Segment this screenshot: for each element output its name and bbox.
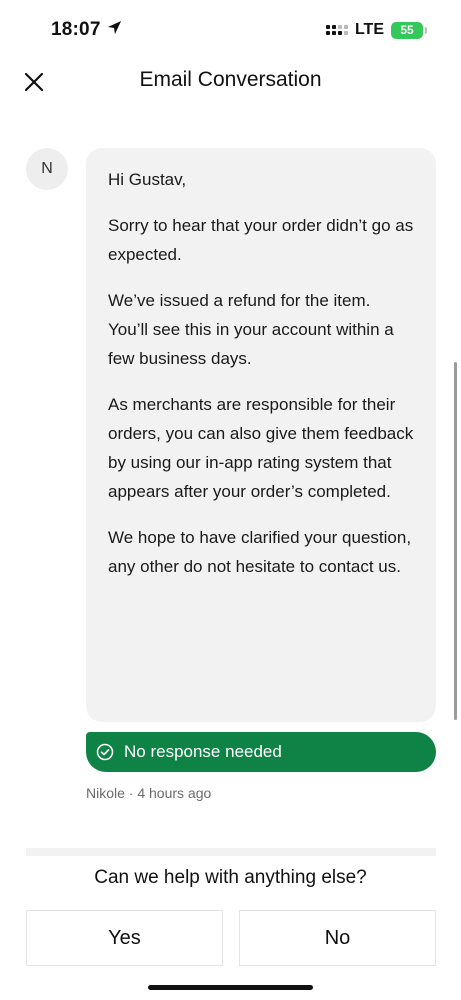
- time-label: 18:07: [51, 19, 101, 40]
- status-time: 18:07: [51, 19, 122, 41]
- no-button-label: No: [324, 926, 351, 949]
- avatar: N: [26, 148, 68, 190]
- cellular-signal-icon: [325, 25, 348, 35]
- battery-icon: 55: [391, 21, 427, 39]
- battery-level: 55: [400, 23, 414, 37]
- message-paragraph: Hi Gustav,: [108, 170, 187, 189]
- scrollbar[interactable]: [454, 362, 457, 720]
- location-arrow-icon: [107, 19, 122, 41]
- yes-button[interactable]: Yes: [26, 910, 223, 966]
- message-paragraph: We’ve issued a refund for the item. You’…: [108, 291, 394, 368]
- check-circle-icon: [96, 743, 114, 761]
- avatar-initial: N: [41, 160, 53, 177]
- message-paragraph: Sorry to hear that your order didn’t go …: [108, 216, 414, 264]
- divider: [26, 848, 436, 856]
- status-indicators: LTE 55: [325, 21, 427, 39]
- status-label: No response needed: [124, 742, 282, 761]
- page-title: Email Conversation: [139, 68, 322, 91]
- no-button[interactable]: No: [239, 910, 436, 966]
- message-bubble: Hi Gustav, Sorry to hear that your order…: [86, 148, 436, 722]
- message-paragraph: We hope to have clarified your question,…: [108, 528, 412, 576]
- message-paragraph: As merchants are responsible for their o…: [108, 395, 414, 501]
- message-meta: Nikole · 4 hours ago: [86, 785, 212, 801]
- help-question: Can we help with anything else?: [94, 867, 367, 888]
- navigation-header: Email Conversation: [0, 60, 461, 104]
- home-indicator[interactable]: [148, 985, 313, 990]
- yes-button-label: Yes: [108, 926, 141, 949]
- network-type-label: LTE: [354, 21, 384, 38]
- status-badge: No response needed: [86, 732, 436, 772]
- status-bar: 18:07 LTE 55: [0, 0, 461, 60]
